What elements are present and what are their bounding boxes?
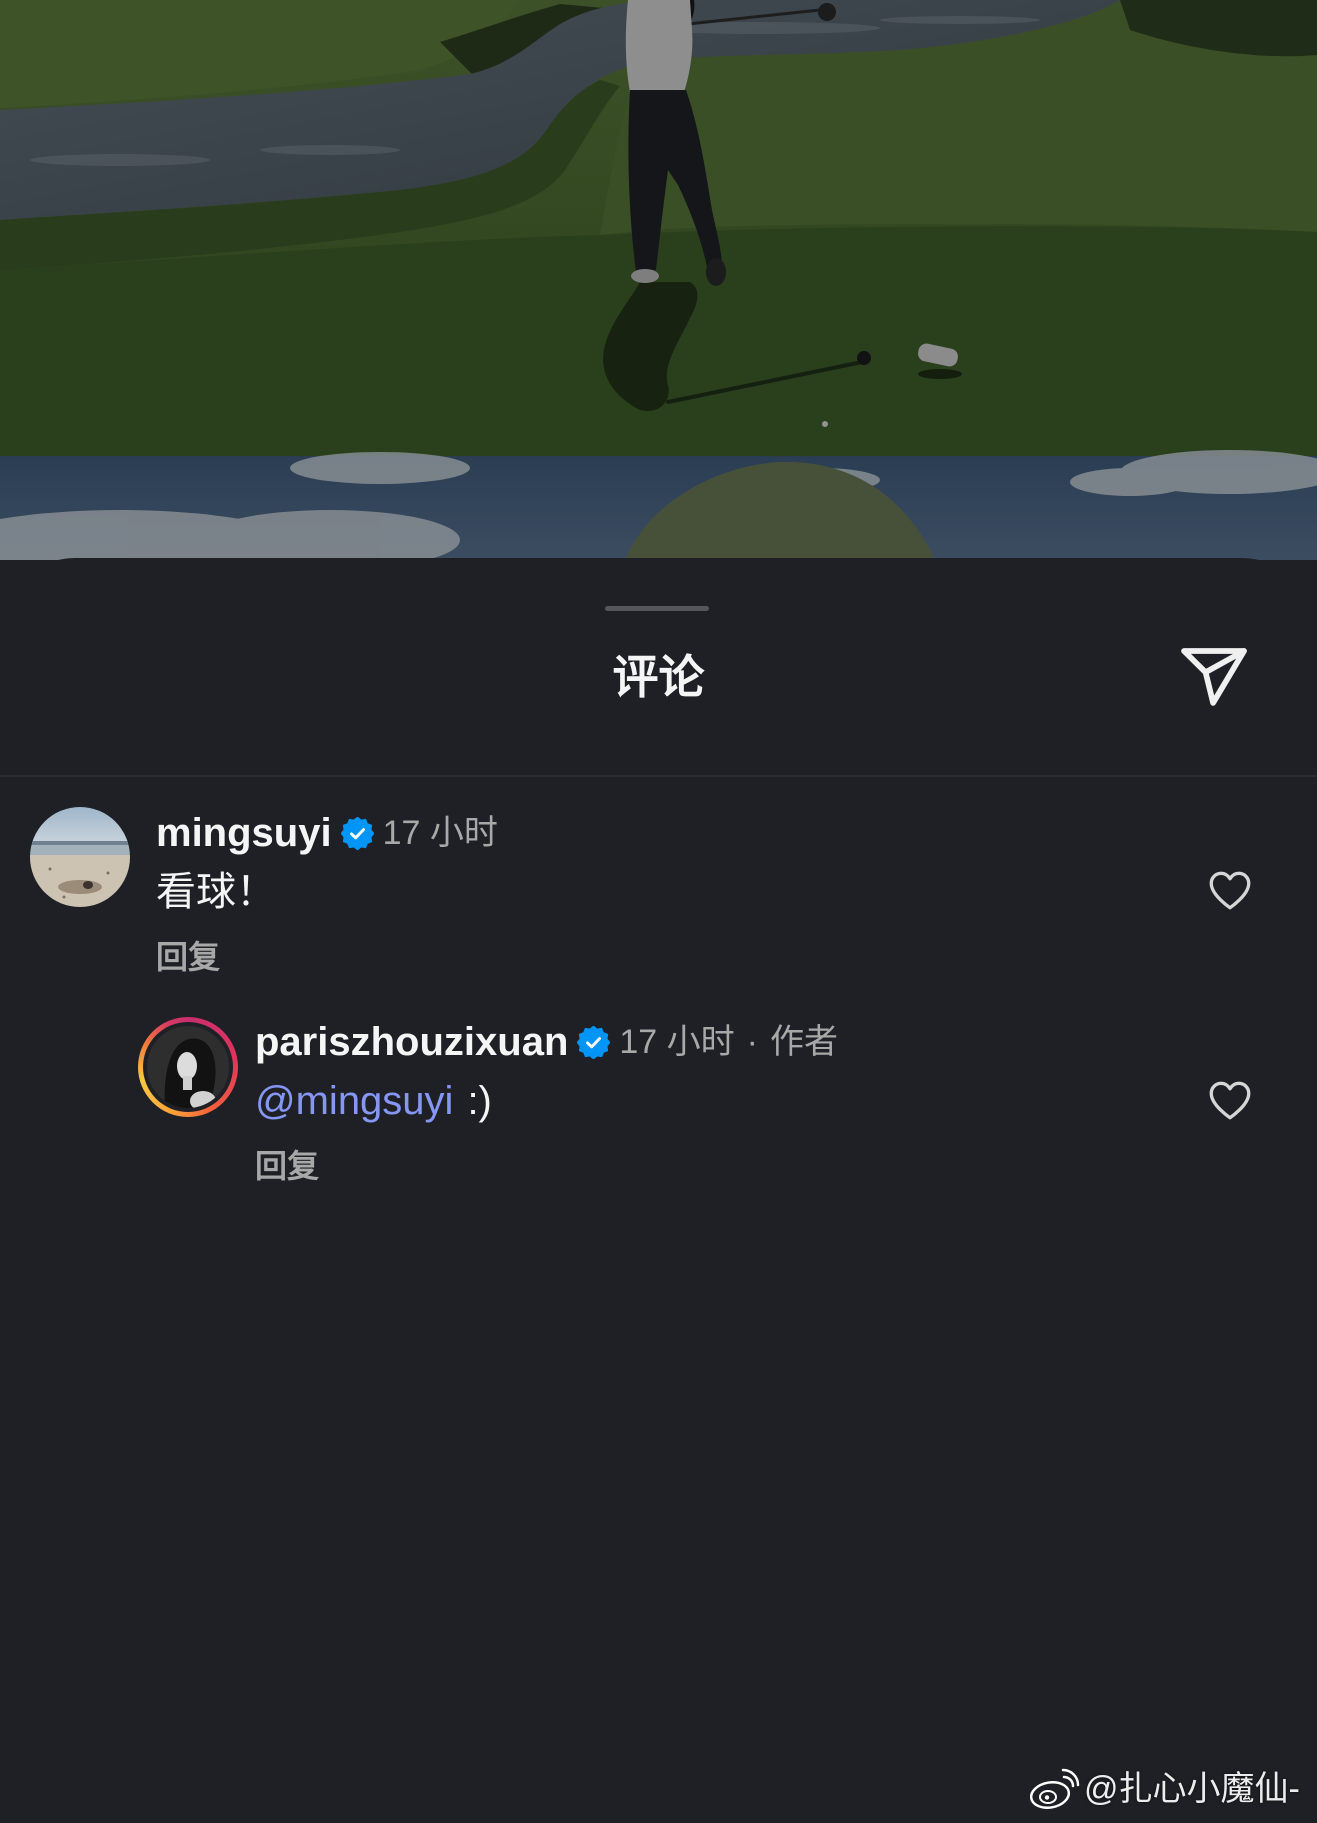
comment-timestamp: 17 小时 (382, 814, 498, 852)
heart-icon (1203, 1075, 1257, 1125)
mention-link[interactable]: @mingsuyi (255, 1079, 453, 1123)
comment-username[interactable]: pariszhouzixuan (255, 1019, 568, 1065)
comment-meta: mingsuyi 17 小时 (156, 810, 498, 856)
comments-screen: { "sheet": { "title": "评论" }, "comments"… (0, 0, 1317, 1823)
watermark-text: @扎心小魔仙- (1084, 1770, 1300, 1808)
reply-button[interactable]: 回复 (156, 937, 220, 977)
verified-badge-icon (577, 1026, 610, 1059)
reply-button[interactable]: 回复 (255, 1146, 319, 1186)
comment-timestamp: 17 小时 (619, 1023, 735, 1061)
comments-sheet: 评论 mingsuyi 17 小时 看球！ 回复 pariszhouzixuan… (0, 558, 1317, 1823)
meta-separator: · (746, 1023, 758, 1061)
heart-icon (1203, 865, 1257, 915)
like-button[interactable] (1203, 1075, 1257, 1125)
comment-meta: pariszhouzixuan 17 小时 · 作者 (255, 1019, 838, 1065)
author-label: 作者 (769, 1023, 838, 1061)
weibo-logo-icon (1029, 1768, 1080, 1809)
comment-text: @mingsuyi:) (255, 1077, 492, 1125)
commenter-avatar[interactable] (30, 807, 130, 907)
commenter-avatar[interactable] (138, 1017, 238, 1117)
portrait-avatar-image (147, 1026, 229, 1108)
post-photo-backdrop[interactable] (0, 0, 1317, 560)
sheet-title: 评论 (612, 651, 705, 703)
beach-avatar-image (30, 807, 130, 907)
verified-badge-icon (341, 817, 374, 850)
story-ring (143, 1022, 233, 1112)
header-divider (0, 775, 1317, 777)
share-button[interactable] (1176, 642, 1252, 714)
comment-text: 看球！ (156, 870, 276, 914)
like-button[interactable] (1203, 865, 1257, 915)
watermark: @扎心小魔仙- (1028, 1766, 1300, 1812)
sheet-drag-handle[interactable] (605, 606, 709, 611)
comment-username[interactable]: mingsuyi (156, 810, 332, 856)
comment-text-emoticon: :) (467, 1079, 492, 1123)
send-icon (1181, 648, 1247, 706)
